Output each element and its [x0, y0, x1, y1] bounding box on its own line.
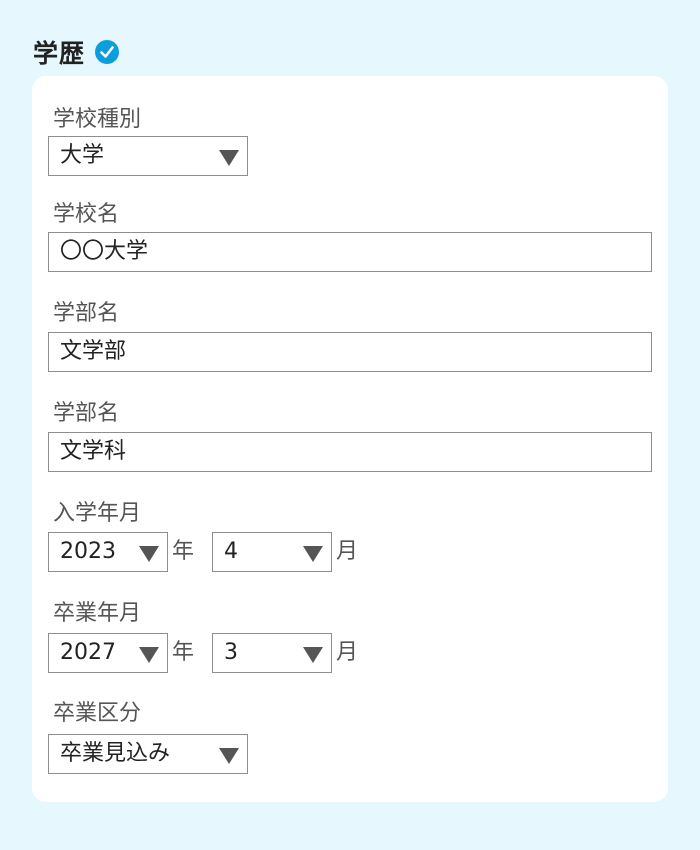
dropdown-arrow-icon [303, 546, 323, 562]
department-label: 学部名 [53, 401, 120, 426]
check-circle-icon [95, 40, 120, 64]
dropdown-arrow-icon [139, 546, 159, 562]
school-type-value: 大学 [60, 143, 105, 168]
graduation-year-select[interactable]: 2027 [48, 633, 168, 673]
admission-year-unit: 年 [172, 539, 195, 564]
dropdown-arrow-icon [219, 748, 239, 764]
department-value: 文学科 [60, 439, 127, 464]
admission-month-value: 4 [224, 539, 238, 564]
admission-month-unit: 月 [336, 539, 359, 564]
admission-year-select[interactable]: 2023 [48, 532, 168, 572]
admission-label: 入学年月 [53, 501, 142, 526]
graduation-month-select[interactable]: 3 [212, 633, 332, 673]
school-name-label: 学校名 [53, 202, 120, 227]
section-header: 学歴 [33, 34, 120, 70]
section-title: 学歴 [33, 39, 86, 68]
graduation-month-unit: 月 [336, 640, 359, 665]
graduation-status-label: 卒業区分 [53, 701, 142, 726]
dropdown-arrow-icon [219, 150, 239, 166]
school-type-label: 学校種別 [53, 107, 142, 132]
admission-year-value: 2023 [60, 539, 116, 564]
dropdown-arrow-icon [139, 647, 159, 663]
graduation-year-value: 2027 [60, 640, 116, 665]
graduation-label: 卒業年月 [53, 601, 142, 626]
dropdown-arrow-icon [303, 647, 323, 663]
school-name-value: 〇〇大学 [60, 239, 149, 264]
graduation-status-select[interactable]: 卒業見込み [48, 734, 248, 774]
faculty-value: 文学部 [60, 339, 127, 364]
admission-month-select[interactable]: 4 [212, 532, 332, 572]
department-input[interactable]: 文学科 [48, 432, 652, 472]
school-name-input[interactable]: 〇〇大学 [48, 232, 652, 272]
school-type-select[interactable]: 大学 [48, 136, 248, 176]
graduation-status-value: 卒業見込み [60, 741, 171, 766]
graduation-month-value: 3 [224, 640, 238, 665]
faculty-label: 学部名 [53, 301, 120, 326]
graduation-year-unit: 年 [172, 640, 195, 665]
faculty-input[interactable]: 文学部 [48, 332, 652, 372]
